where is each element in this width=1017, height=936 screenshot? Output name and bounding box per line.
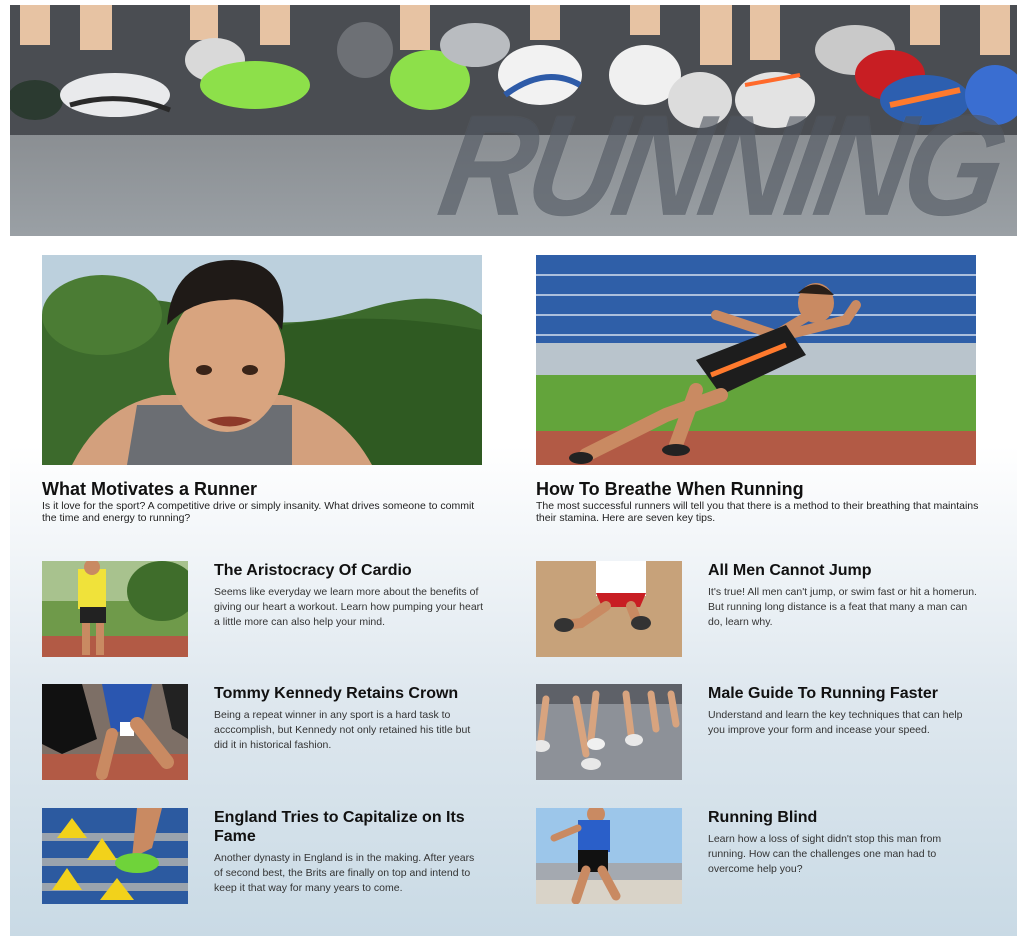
page: RUNNING What Motivates a Runner Is it lo… — [0, 0, 1017, 936]
article-thumb-kennedy[interactable] — [42, 684, 188, 780]
article-description: Seems like everyday we learn more about … — [214, 586, 484, 628]
feature-card[interactable]: How To Breathe When Running The most suc… — [536, 255, 981, 524]
article-thumb-blind[interactable] — [536, 808, 682, 904]
article-thumb-cardio[interactable] — [42, 561, 188, 657]
feature-image-runner-face[interactable] — [42, 255, 482, 465]
feature-title[interactable]: What Motivates a Runner — [42, 479, 487, 499]
article-thumb-faster[interactable] — [536, 684, 682, 780]
article-description: Another dynasty in England is in the mak… — [214, 852, 475, 894]
feature-description: Is it love for the sport? A competitive … — [42, 500, 475, 524]
article-title[interactable]: All Men Cannot Jump — [708, 561, 978, 580]
feature-title[interactable]: How To Breathe When Running — [536, 479, 981, 499]
article-thumb-england[interactable] — [42, 808, 188, 904]
article-description: Learn how a loss of sight didn't stop th… — [708, 833, 942, 875]
article-description: It's true! All men can't jump, or swim f… — [708, 586, 977, 628]
hero-title: RUNNING — [429, 86, 1013, 236]
article-description: Understand and learn the key techniques … — [708, 709, 963, 736]
feature-card[interactable]: What Motivates a Runner Is it love for t… — [42, 255, 487, 524]
article-title[interactable]: Male Guide To Running Faster — [708, 684, 978, 703]
article-thumb-jump[interactable] — [536, 561, 682, 657]
article-title[interactable]: The Aristocracy Of Cardio — [214, 561, 484, 580]
feature-image-sprinter[interactable] — [536, 255, 976, 465]
article-description: Being a repeat winner in any sport is a … — [214, 709, 471, 751]
article-title[interactable]: Tommy Kennedy Retains Crown — [214, 684, 484, 703]
article-title[interactable]: England Tries to Capitalize on Its Fame — [214, 808, 484, 846]
hero-banner[interactable]: RUNNING — [10, 5, 1017, 236]
feature-description: The most successful runners will tell yo… — [536, 500, 979, 524]
article-title[interactable]: Running Blind — [708, 808, 978, 827]
